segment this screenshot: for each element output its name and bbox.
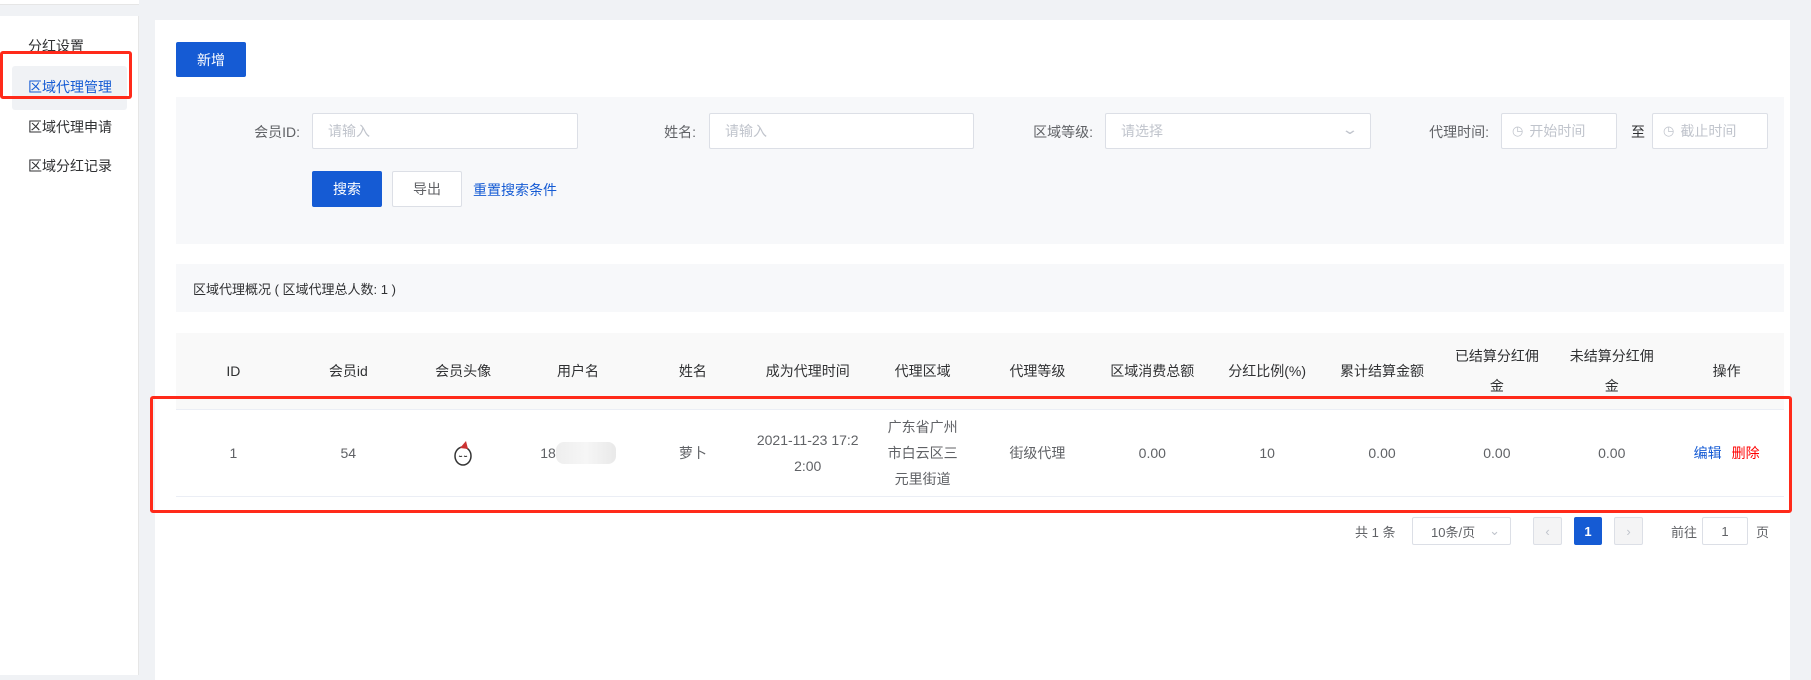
top-strip [0, 0, 139, 5]
add-button[interactable]: 新增 [176, 42, 246, 77]
start-time-input[interactable]: ◷ 开始时间 [1501, 113, 1617, 149]
search-button[interactable]: 搜索 [312, 171, 382, 207]
pagination-total: 共 1 条 [1355, 524, 1396, 540]
end-time-input[interactable]: ◷ 截止时间 [1652, 113, 1768, 149]
chevron-down-icon: ⌄ [1489, 523, 1500, 538]
highlight-box [0, 51, 132, 99]
page-size-value: 10条/页 [1431, 524, 1476, 540]
chevron-down-icon: ⌄ [1341, 121, 1359, 137]
end-time-placeholder: 截止时间 [1680, 123, 1737, 139]
summary-bar: 区域代理概况 ( 区域代理总人数: 1 ) [176, 264, 1784, 312]
next-page-button[interactable]: › [1614, 517, 1643, 545]
page-size-select[interactable]: 10条/页 ⌄ [1412, 517, 1511, 545]
clock-icon: ◷ [1512, 123, 1524, 138]
level-label: 区域等级: [1033, 124, 1093, 140]
chevron-right-icon: › [1626, 523, 1631, 539]
reset-search-link[interactable]: 重置搜索条件 [473, 180, 557, 200]
level-select[interactable]: 请选择 ⌄ [1105, 113, 1371, 149]
page-1-button[interactable]: 1 [1574, 517, 1602, 545]
goto-label: 前往 [1671, 524, 1698, 540]
time-label: 代理时间: [1429, 124, 1489, 140]
goto-page-input[interactable]: 1 [1702, 517, 1748, 545]
name-label: 姓名: [664, 124, 696, 140]
member-id-label: 会员ID: [254, 124, 300, 140]
sidebar: 分红设置 区域代理管理 区域代理申请 区域分红记录 [0, 16, 139, 675]
name-input[interactable]: 请输入 [709, 113, 974, 149]
level-select-placeholder: 请选择 [1121, 123, 1163, 139]
clock-icon: ◷ [1663, 123, 1675, 138]
time-separator: 至 [1631, 124, 1645, 140]
prev-page-button[interactable]: ‹ [1533, 517, 1562, 545]
sidebar-item-agent-application[interactable]: 区域代理申请 [28, 117, 112, 137]
highlight-box [150, 396, 1792, 513]
start-time-placeholder: 开始时间 [1529, 123, 1586, 139]
scrollbar[interactable] [1792, 0, 1811, 675]
export-button[interactable]: 导出 [392, 171, 462, 207]
summary-text: 区域代理概况 ( 区域代理总人数: 1 ) [193, 281, 396, 297]
page-unit-label: 页 [1756, 524, 1770, 540]
chevron-left-icon: ‹ [1545, 523, 1550, 539]
sidebar-item-dividend-records[interactable]: 区域分红记录 [28, 156, 112, 176]
member-id-input[interactable]: 请输入 [312, 113, 578, 149]
